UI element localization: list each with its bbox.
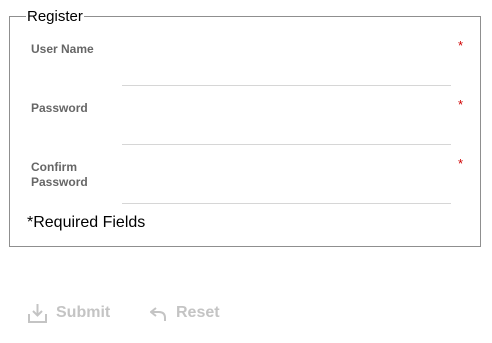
undo-icon [150, 304, 167, 322]
confirm-password-required-mark: * [458, 156, 464, 171]
username-input[interactable] [122, 63, 451, 86]
username-required-mark: * [458, 38, 464, 53]
form-legend: Register [26, 8, 84, 26]
reset-button[interactable]: Reset [150, 301, 220, 325]
reset-label: Reset [176, 304, 220, 321]
download-icon [28, 303, 47, 323]
confirm-password-label: Confirm Password [31, 160, 88, 189]
required-fields-note: *Required Fields [27, 214, 146, 231]
confirm-password-input[interactable] [122, 181, 451, 204]
password-label: Password [31, 101, 88, 115]
username-label: User Name [31, 42, 94, 56]
submit-label: Submit [56, 304, 111, 321]
password-input[interactable] [122, 122, 451, 145]
submit-button[interactable]: Submit [28, 301, 110, 325]
password-required-mark: * [458, 97, 464, 112]
